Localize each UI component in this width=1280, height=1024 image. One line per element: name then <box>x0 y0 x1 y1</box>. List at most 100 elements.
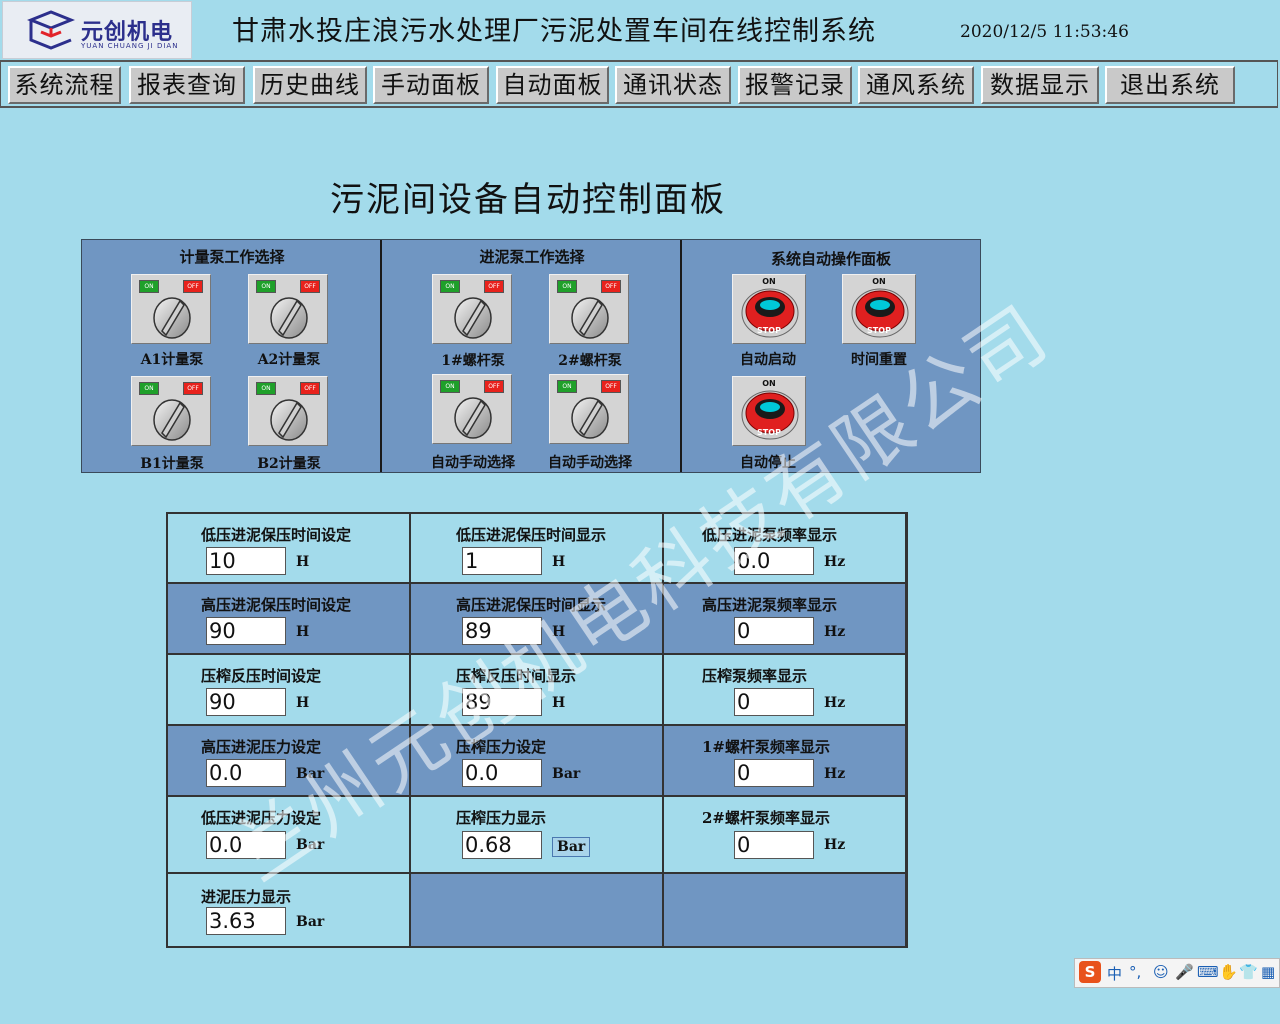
param-label: 低压进泥泵频率显示 <box>702 526 838 544</box>
nav-report-query-button[interactable]: 报表查询 <box>129 66 245 104</box>
param-unit: Bar <box>552 766 581 782</box>
grid-cell-r0c2: 低压进泥泵频率显示 0.0 Hz <box>664 514 907 584</box>
selector-a2-meter-pump[interactable]: ON OFF <box>248 274 328 344</box>
time-reset-button[interactable]: ON STOP <box>842 274 916 344</box>
rotary-knob-icon <box>270 297 308 339</box>
ime-toolbar[interactable]: S 中 °, ☺ 🎤 ⌨ ✋ 👕 ▦ <box>1074 958 1280 988</box>
nav-manual-panel-button[interactable]: 手动面板 <box>373 66 489 104</box>
param-unit: Bar <box>296 914 325 930</box>
company-logo: 元创机电 YUAN CHUANG JI DIAN <box>2 1 192 59</box>
on-indicator-icon: ON <box>440 280 460 293</box>
nav-history-curve-button[interactable]: 历史曲线 <box>253 66 367 104</box>
on-indicator-icon: ON <box>256 382 276 395</box>
label-a1-meter-pump: A1计量泵 <box>140 352 204 368</box>
rotary-knob-icon <box>153 399 191 441</box>
param-label: 压榨反压时间设定 <box>201 667 322 685</box>
auto-operation-section: 系统自动操作面板 ON STOP 自动启动 ON STOP 时间重置 ON STOP … <box>682 240 980 472</box>
on-indicator-icon: ON <box>139 280 159 293</box>
meter-pump-section: 计量泵工作选择 ON OFF A1计量泵 ON OFF A2计量泵 ON OFF B1… <box>82 240 382 472</box>
off-indicator-icon: OFF <box>484 280 504 293</box>
nav-data-display-button[interactable]: 数据显示 <box>981 66 1099 104</box>
label-auto-manual-2: 自动手动选择 <box>548 455 632 471</box>
stop-label: STOP <box>867 326 891 335</box>
rotary-knob-icon <box>571 297 609 339</box>
ime-punct[interactable]: °, <box>1129 963 1141 981</box>
param-unit: Bar <box>296 766 325 782</box>
label-screw-pump-2: 2#螺杆泵 <box>558 353 622 369</box>
ime-lang[interactable]: 中 <box>1107 963 1122 984</box>
microphone-icon[interactable]: 🎤 <box>1175 963 1194 981</box>
feed-pump-title: 进泥泵工作选择 <box>479 248 585 266</box>
param-label: 高压进泥压力设定 <box>201 738 322 756</box>
param-setpoint-input[interactable]: 90 <box>206 688 286 716</box>
grid-cell-r3c0: 高压进泥压力设定 0.0 Bar <box>168 726 411 797</box>
param-setpoint-input[interactable]: 10 <box>206 547 286 575</box>
selector-b1-meter-pump[interactable]: ON OFF <box>131 376 211 446</box>
nav-exit-button[interactable]: 退出系统 <box>1105 66 1235 104</box>
header: 元创机电 YUAN CHUANG JI DIAN 甘肃水投庄浪污水处理厂污泥处置… <box>0 0 1280 60</box>
on-indicator-icon: ON <box>256 280 276 293</box>
param-unit: H <box>296 554 310 570</box>
label-screw-pump-1: 1#螺杆泵 <box>441 353 505 369</box>
param-value-display: 0.68 <box>462 831 542 859</box>
param-label: 低压进泥保压时间设定 <box>201 526 352 544</box>
grid-icon[interactable]: ▦ <box>1261 963 1275 981</box>
app-title: 甘肃水投庄浪污水处理厂污泥处置车间在线控制系统 <box>232 16 876 47</box>
label-time-reset: 时间重置 <box>851 352 907 368</box>
param-unit: Hz <box>824 766 846 782</box>
rotary-knob-icon <box>153 297 191 339</box>
grid-cell-r2c2: 压榨泵频率显示 0 Hz <box>664 655 907 726</box>
off-indicator-icon: OFF <box>183 382 203 395</box>
param-value-display: 0 <box>734 831 814 859</box>
grid-cell-r2c1: 压榨反压时间显示 89 H <box>411 655 664 726</box>
keyboard-icon[interactable]: ⌨ <box>1197 963 1219 981</box>
selector-screw-pump-2[interactable]: ON OFF <box>549 274 629 344</box>
param-label: 进泥压力显示 <box>201 888 292 906</box>
rotary-knob-icon <box>454 397 492 439</box>
nav-ventilation-button[interactable]: 通风系统 <box>858 66 974 104</box>
off-indicator-icon: OFF <box>300 382 320 395</box>
grid-cell-r3c2: 1#螺杆泵频率显示 0 Hz <box>664 726 907 797</box>
param-unit: Hz <box>824 624 846 640</box>
nav-alarm-record-button[interactable]: 报警记录 <box>738 66 852 104</box>
param-label: 低压进泥保压时间显示 <box>456 526 607 544</box>
sogou-logo-icon[interactable]: S <box>1079 961 1101 983</box>
nav-auto-panel-button[interactable]: 自动面板 <box>496 66 609 104</box>
emoji-icon[interactable]: ☺ <box>1153 963 1169 981</box>
feed-pump-section: 进泥泵工作选择 ON OFF 1#螺杆泵 ON OFF 2#螺杆泵 ON OFF 自动… <box>382 240 682 472</box>
rotary-knob-icon <box>270 399 308 441</box>
selector-b2-meter-pump[interactable]: ON OFF <box>248 376 328 446</box>
hand-icon[interactable]: ✋ <box>1219 963 1238 981</box>
on-indicator-icon: ON <box>440 380 460 393</box>
stop-label: STOP <box>757 326 781 335</box>
nav-system-flow-button[interactable]: 系统流程 <box>8 66 121 104</box>
logo-cube-icon <box>27 10 75 50</box>
auto-start-button[interactable]: ON STOP <box>732 274 806 344</box>
param-value-display[interactable]: 0.0 <box>462 759 542 787</box>
rotary-knob-icon <box>454 297 492 339</box>
selector-auto-manual-2[interactable]: ON OFF <box>549 374 629 444</box>
label-b2-meter-pump: B2计量泵 <box>257 456 321 472</box>
param-setpoint-input[interactable]: 0.0 <box>206 759 286 787</box>
param-unit: H <box>552 695 566 711</box>
param-label: 压榨反压时间显示 <box>456 667 577 685</box>
label-b1-meter-pump: B1计量泵 <box>140 456 204 472</box>
param-setpoint-input[interactable]: 90 <box>206 617 286 645</box>
param-label: 压榨压力显示 <box>456 809 547 827</box>
param-value-display: 1 <box>462 547 542 575</box>
param-setpoint-input[interactable]: 3.63 <box>206 907 286 935</box>
nav-comm-status-button[interactable]: 通讯状态 <box>615 66 731 104</box>
param-setpoint-input[interactable]: 0.0 <box>206 831 286 859</box>
on-label: ON <box>762 277 776 286</box>
parameter-grid: 低压进泥保压时间设定 10 H 低压进泥保压时间显示 1 H 低压进泥泵频率显示 0.0 Hz 高… <box>166 512 908 948</box>
selector-a1-meter-pump[interactable]: ON OFF <box>131 274 211 344</box>
selector-auto-manual-1[interactable]: ON OFF <box>432 374 512 444</box>
auto-stop-button[interactable]: ON STOP <box>732 376 806 446</box>
on-indicator-icon: ON <box>557 280 577 293</box>
param-label: 压榨压力设定 <box>456 738 547 756</box>
selector-screw-pump-1[interactable]: ON OFF <box>432 274 512 344</box>
param-unit: Hz <box>824 837 846 853</box>
shirt-icon[interactable]: 👕 <box>1239 963 1258 981</box>
param-unit: H <box>296 695 310 711</box>
page-title: 污泥间设备自动控制面板 <box>330 180 726 220</box>
